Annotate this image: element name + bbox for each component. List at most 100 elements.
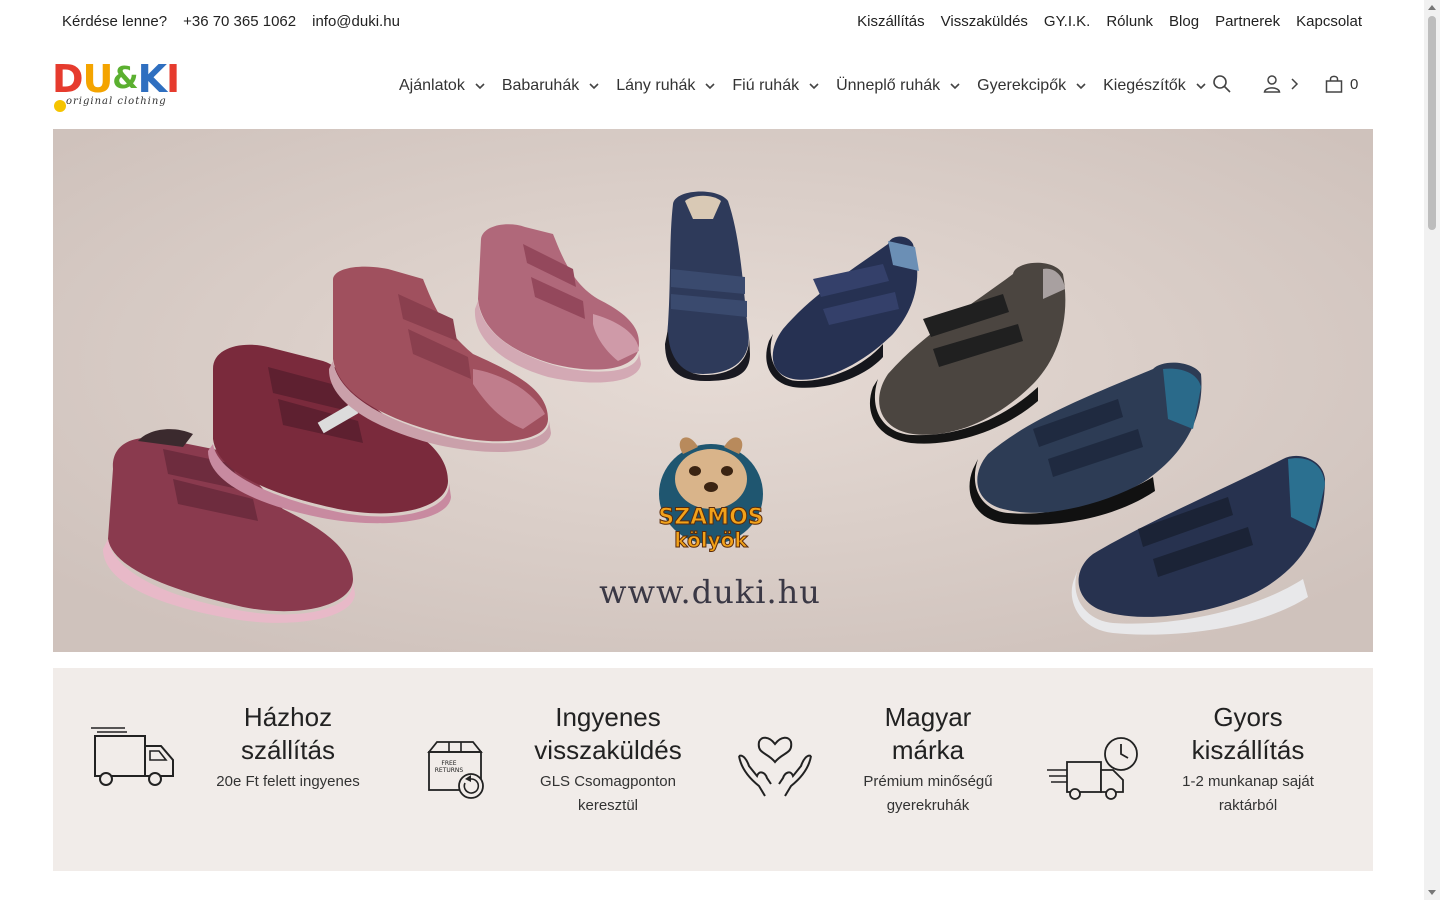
top-link-blog[interactable]: Blog: [1169, 13, 1199, 30]
page-scrollbar[interactable]: [1424, 0, 1440, 900]
feature-subtitle-line: keresztül: [577, 797, 639, 814]
nav-item-label: Babaruhák: [501, 77, 580, 94]
hero-image: SZAMOS kölyök www.duki.hu: [53, 129, 1373, 652]
feature-subtitle-line: raktárból: [1218, 797, 1278, 814]
logo-letter: I: [166, 57, 180, 101]
nav-item-boys-clothes[interactable]: Fiú ruhák: [732, 77, 820, 95]
contact-question: Kérdése lenne?: [62, 13, 168, 30]
email-link[interactable]: info@duki.hu: [312, 13, 400, 30]
site-header: D U & K I original clothing Ajánlatok Babaru…: [0, 44, 1424, 128]
top-links: Kiszállítás Visszaküldés GY.I.K. Rólunk …: [857, 13, 1362, 30]
feature-text: Magyar márka Prémium minőségű gyerekruhá…: [843, 701, 1013, 818]
logo-wordmark: D U & K I: [52, 59, 182, 99]
header-actions: 0: [1212, 74, 1358, 94]
chevron-down-icon: [475, 83, 485, 90]
nav-item-baby-clothes[interactable]: Babaruhák: [502, 77, 600, 95]
feature-title: Gyors kiszállítás: [1163, 701, 1333, 767]
feature-title-line: Gyors: [1213, 702, 1283, 732]
search-button[interactable]: [1212, 74, 1232, 94]
truck-icon: [91, 727, 174, 786]
feature-subtitle-line: GLS Csomagponton: [540, 773, 676, 790]
free-label: FREE: [441, 760, 456, 767]
feature-title-line: Ingyenes: [555, 702, 661, 732]
nav-item-label: Fiú ruhák: [732, 77, 800, 94]
hero-banner[interactable]: SZAMOS kölyök www.duki.hu: [53, 129, 1373, 652]
contact-info: Kérdése lenne? +36 70 365 1062 info@duki…: [62, 13, 400, 30]
scrollbar-thumb[interactable]: [1428, 16, 1436, 230]
account-button[interactable]: [1262, 74, 1302, 94]
chevron-down-icon: [950, 83, 960, 90]
nav-item-festive-clothes[interactable]: Ünneplő ruhák: [836, 77, 961, 95]
feature-strip: Házhoz szállítás 20e Ft felett ingyenes …: [53, 668, 1373, 871]
cart-count: 0: [1350, 75, 1359, 93]
logo-letter: &: [112, 61, 138, 96]
chevron-down-icon: [1076, 83, 1086, 90]
nav-item-label: Ajánlatok: [399, 77, 465, 94]
feature-home-delivery: Házhoz szállítás 20e Ft felett ingyenes: [53, 668, 383, 871]
nav-item-label: Kiegészítők: [1103, 77, 1186, 94]
top-link-returns[interactable]: Visszaküldés: [941, 13, 1028, 30]
feature-title-line: kiszállítás: [1191, 735, 1305, 765]
nav-item-label: Lány ruhák: [616, 77, 696, 94]
feature-title-line: visszaküldés: [534, 735, 682, 765]
feature-title-line: szállítás: [241, 735, 335, 765]
nav-item-girls-clothes[interactable]: Lány ruhák: [616, 77, 716, 95]
logo-hand-icon: [54, 100, 66, 112]
top-link-contact[interactable]: Kapcsolat: [1296, 13, 1362, 30]
fast-delivery-icon: [1047, 737, 1138, 800]
nav-item-label: Gyerekcipők: [977, 77, 1067, 94]
feature-subtitle: Prémium minőségű gyerekruhák: [843, 770, 1013, 818]
logo-tagline: original clothing: [66, 96, 167, 107]
feature-title: Magyar márka: [843, 701, 1013, 767]
chevron-right-icon: [1291, 78, 1299, 90]
logo-letter: K: [137, 57, 167, 101]
feature-title-line: márka: [891, 735, 965, 765]
scroll-up-arrow-icon[interactable]: [1428, 5, 1436, 10]
chevron-down-icon: [589, 83, 599, 90]
feature-title: Ingyenes visszaküldés: [523, 701, 693, 767]
feature-text: Ingyenes visszaküldés GLS Csomagponton k…: [523, 701, 693, 818]
heart-hands-icon: [738, 736, 812, 797]
feature-subtitle: 1-2 munkanap saját raktárból: [1163, 770, 1333, 818]
feature-text: Házhoz szállítás 20e Ft felett ingyenes: [203, 701, 373, 794]
feature-subtitle: GLS Csomagponton keresztül: [523, 770, 693, 818]
feature-title-line: Magyar: [884, 702, 972, 732]
feature-text: Gyors kiszállítás 1-2 munkanap saját rak…: [1163, 701, 1333, 818]
search-icon: [1213, 75, 1231, 93]
logo-letter: D: [52, 57, 84, 101]
feature-title-line: Házhoz: [243, 702, 333, 732]
hero-url: www.duki.hu: [599, 573, 821, 611]
feature-hungarian-brand: Magyar márka Prémium minőségű gyerekruhá…: [693, 668, 1023, 871]
top-bar: Kérdése lenne? +36 70 365 1062 info@duki…: [0, 0, 1424, 44]
nav-item-accessories[interactable]: Kiegészítők: [1103, 77, 1207, 95]
top-link-partners[interactable]: Partnerek: [1215, 13, 1280, 30]
chevron-down-icon: [705, 83, 715, 90]
feature-subtitle-line: 20e Ft felett ingyenes: [216, 773, 360, 790]
nav-item-label: Ünneplő ruhák: [836, 77, 941, 94]
feature-title: Házhoz szállítás: [203, 701, 373, 767]
feature-subtitle-line: gyerekruhák: [886, 797, 970, 814]
feature-fast-delivery: Gyors kiszállítás 1-2 munkanap saját rak…: [1013, 668, 1343, 871]
feature-free-returns: FREE RETURNS Ingyenes visszaküldés GLS C…: [373, 668, 703, 871]
user-icon: [1263, 75, 1281, 93]
top-link-shipping[interactable]: Kiszállítás: [857, 13, 925, 30]
feature-subtitle-line: Prémium minőségű: [863, 773, 993, 790]
returns-label: RETURNS: [435, 767, 464, 774]
top-link-faq[interactable]: GY.I.K.: [1044, 13, 1090, 30]
scroll-down-arrow-icon[interactable]: [1428, 890, 1436, 895]
cart-button[interactable]: 0: [1324, 74, 1358, 94]
main-nav: Ajánlatok Babaruhák Lány ruhák Fiú ruhák…: [399, 77, 1223, 95]
free-returns-box-icon: FREE RETURNS: [427, 741, 484, 799]
site-logo[interactable]: D U & K I original clothing: [52, 59, 182, 115]
feature-subtitle-line: 1-2 munkanap saját: [1182, 773, 1314, 790]
kolyok-text: kölyök: [674, 528, 748, 552]
nav-item-offers[interactable]: Ajánlatok: [399, 77, 486, 95]
phone-link[interactable]: +36 70 365 1062: [183, 13, 296, 30]
chevron-down-icon: [809, 83, 819, 90]
chevron-down-icon: [1196, 83, 1206, 90]
top-link-about[interactable]: Rólunk: [1106, 13, 1153, 30]
logo-letter: U: [82, 57, 114, 101]
nav-item-kids-shoes[interactable]: Gyerekcipők: [977, 77, 1087, 95]
feature-subtitle: 20e Ft felett ingyenes: [203, 770, 373, 794]
shopping-bag-icon: [1325, 75, 1343, 93]
